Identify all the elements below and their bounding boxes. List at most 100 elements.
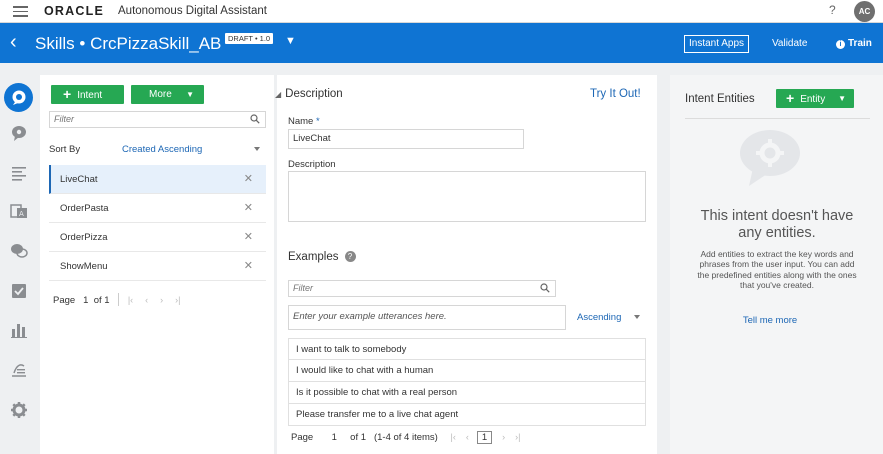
sort-by-select[interactable]: Created Ascending <box>122 144 202 155</box>
divider <box>685 118 870 119</box>
intent-filter-input[interactable]: Filter <box>49 111 266 128</box>
intent-name-input[interactable]: LiveChat <box>288 129 524 149</box>
description-section-toggle[interactable]: ◢ Description <box>275 88 343 100</box>
delete-icon[interactable]: ✕ <box>244 194 253 223</box>
examples-filter-input[interactable]: Filter <box>288 280 556 297</box>
intent-item-showmenu[interactable]: ShowMenu ✕ <box>49 252 266 281</box>
required-marker: * <box>315 116 320 127</box>
prev-page-icon[interactable]: ‹ <box>466 432 469 442</box>
pager-label: Page <box>53 295 76 306</box>
help-icon[interactable]: ? <box>344 251 356 262</box>
empty-entities-icon <box>740 130 800 186</box>
first-page-icon[interactable]: |‹ <box>128 295 133 305</box>
page-number-box[interactable]: 1 <box>476 431 493 444</box>
q-and-a-icon[interactable] <box>9 241 29 261</box>
examples-sort-caret-icon[interactable] <box>634 315 640 319</box>
plus-icon: + <box>786 90 795 106</box>
delete-icon[interactable]: ✕ <box>244 252 253 281</box>
plus-icon: + <box>63 86 72 102</box>
utterance-input[interactable]: Enter your example utterances here. <box>288 305 566 330</box>
example-row[interactable]: I would like to chat with a human <box>288 360 646 382</box>
pager-of: of 1 <box>93 295 110 306</box>
examples-heading: Examples? <box>288 251 356 263</box>
empty-state-description: Add entities to extract the key words an… <box>697 249 857 290</box>
intent-label: ShowMenu <box>60 261 108 272</box>
prev-page-icon[interactable]: ‹ <box>145 295 148 305</box>
search-icon[interactable] <box>250 114 260 124</box>
next-page-icon[interactable]: › <box>160 295 163 305</box>
train-label: Train <box>848 38 872 49</box>
example-row[interactable]: Is it possible to chat with a real perso… <box>288 382 646 404</box>
search-icon[interactable] <box>540 283 550 293</box>
pager-current[interactable]: 1 <box>83 295 88 306</box>
intent-entities-panel: Intent Entities + Entity ▼ This intent doe… <box>670 75 883 454</box>
delete-icon[interactable]: ✕ <box>244 165 253 194</box>
entities-icon[interactable] <box>9 123 29 143</box>
svg-text:A: A <box>19 210 24 218</box>
intent-label: OrderPasta <box>60 203 109 214</box>
intent-item-orderpasta[interactable]: OrderPasta ✕ <box>49 194 266 223</box>
validate-button[interactable]: Validate <box>772 38 807 49</box>
back-chevron-icon[interactable]: ‹ <box>10 31 17 53</box>
flows-icon[interactable] <box>9 163 29 183</box>
intent-label: LiveChat <box>60 174 98 185</box>
quality-icon[interactable] <box>9 281 29 301</box>
first-page-icon[interactable]: |‹ <box>450 432 455 442</box>
examples-sort-select[interactable]: Ascending <box>577 312 621 323</box>
intent-filter-placeholder: Filter <box>54 114 74 124</box>
last-page-icon[interactable]: ›| <box>515 432 520 442</box>
top-bar: ORACLE Autonomous Digital Assistant ? AC <box>0 0 883 23</box>
try-it-out-link[interactable]: Try It Out! <box>590 88 641 100</box>
sort-caret-icon[interactable] <box>254 147 260 151</box>
pager-label: Page <box>291 432 314 443</box>
skill-dropdown-caret-icon[interactable]: ▼ <box>285 35 296 47</box>
hamburger-menu-icon[interactable] <box>13 6 28 17</box>
left-nav-rail: A <box>0 63 37 454</box>
settings-icon[interactable] <box>9 400 29 420</box>
user-avatar[interactable]: AC <box>854 1 875 22</box>
name-label: Name * <box>288 116 320 127</box>
example-row[interactable]: I want to talk to somebody <box>288 338 646 360</box>
entity-caret-icon: ▼ <box>838 94 846 103</box>
app-name: Autonomous Digital Assistant <box>118 5 267 17</box>
oracle-logo: ORACLE <box>44 4 104 18</box>
add-intent-button[interactable]: + Intent <box>51 85 124 104</box>
add-intent-label: Intent <box>77 90 103 101</box>
train-button[interactable]: i Train <box>836 38 872 49</box>
intents-pager: Page 1 of 1 |‹ ‹ › ›| <box>53 293 193 306</box>
resource-bundles-icon[interactable]: A <box>9 201 29 221</box>
delete-icon[interactable]: ✕ <box>244 223 253 252</box>
help-icon[interactable]: ? <box>829 3 836 17</box>
tell-me-more-link[interactable]: Tell me more <box>670 315 870 326</box>
description-textarea[interactable] <box>288 171 646 222</box>
insights-icon[interactable] <box>9 320 29 340</box>
more-label: More <box>149 89 172 100</box>
collapse-triangle-icon: ◢ <box>275 90 282 99</box>
description-section-title: Description <box>285 88 343 100</box>
add-entity-button[interactable]: + Entity ▼ <box>776 89 854 108</box>
intent-item-livechat[interactable]: LiveChat ✕ <box>49 165 266 194</box>
next-page-icon[interactable]: › <box>502 432 505 442</box>
add-entity-label: Entity <box>800 94 826 105</box>
pager-of: of 1 <box>350 432 367 443</box>
intent-label: OrderPizza <box>60 232 108 243</box>
pager-range: (1-4 of 4 items) <box>373 432 438 443</box>
instant-apps-button[interactable]: Instant Apps <box>684 35 750 53</box>
pager-current[interactable]: 1 <box>332 432 337 443</box>
train-info-icon: i <box>836 40 845 49</box>
empty-state-title: This intent doesn't have any entities. <box>700 208 854 241</box>
digital-assistant-routing-icon[interactable] <box>9 360 29 380</box>
examples-title: Examples <box>288 251 339 263</box>
skill-header: ‹ Skills • CrcPizzaSkill_AB DRAFT • 1.0 … <box>0 23 883 63</box>
version-badge: DRAFT • 1.0 <box>225 33 274 44</box>
name-label-text: Name <box>288 116 314 127</box>
intent-item-orderpizza[interactable]: OrderPizza ✕ <box>49 223 266 252</box>
last-page-icon[interactable]: ›| <box>175 295 180 305</box>
examples-pager: Page 1 of 1 (1-4 of 4 items) |‹ ‹ 1 › ›| <box>291 431 520 444</box>
intent-entities-title: Intent Entities <box>685 93 755 105</box>
intents-icon[interactable] <box>9 87 29 107</box>
skill-title: Skills • CrcPizzaSkill_AB <box>35 34 222 53</box>
more-button[interactable]: More ▼ <box>131 85 204 104</box>
example-row[interactable]: Please transfer me to a live chat agent <box>288 404 646 426</box>
examples-filter-placeholder: Filter <box>293 283 313 293</box>
